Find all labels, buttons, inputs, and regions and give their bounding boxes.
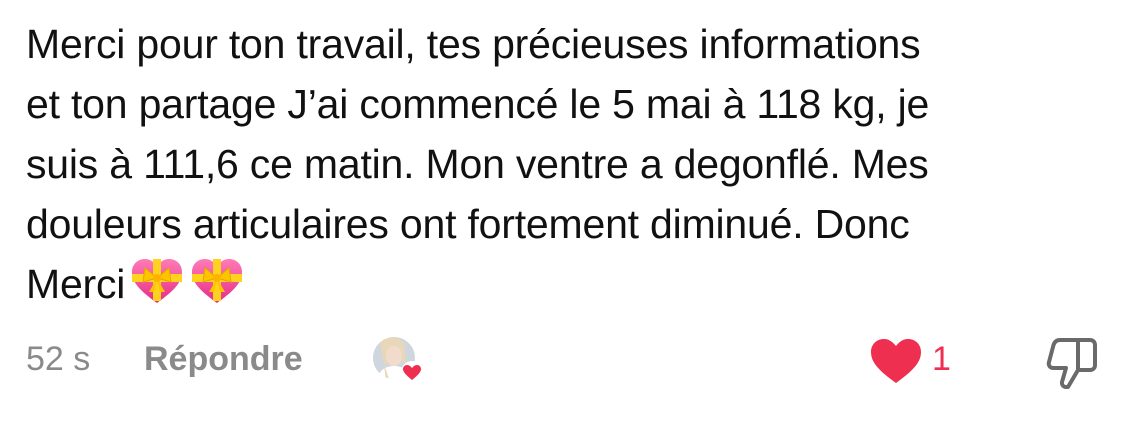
reply-button[interactable]: Répondre [144,340,303,379]
comment-line: Merci [26,261,126,307]
comment-body: Merci pour ton travail, tes précieuses i… [26,14,1126,314]
comment-line: suis à 111,6 ce matin. Mon ventre a dego… [26,141,929,187]
heart-with-ribbon-icon [129,256,185,306]
dislike-thumb-icon[interactable] [1046,332,1102,390]
comment-line: douleurs articulaires ont fortement dimi… [26,201,910,247]
creator-liked-avatar [370,334,426,386]
like-heart-icon[interactable] [868,336,924,386]
comment-text: Merci pour ton travail, tes précieuses i… [26,14,1126,314]
heart-with-ribbon-icon [189,256,245,306]
comment-line: et ton partage J’ai commencé le 5 mai à … [26,81,930,127]
comment-actions: 52 s Répondre 1 [26,330,1120,392]
comment-last-line: Merci [26,254,1126,314]
comment-line: Merci pour ton travail, tes précieuses i… [26,21,921,67]
comment-timestamp: 52 s [26,340,91,378]
like-count: 1 [932,340,951,378]
